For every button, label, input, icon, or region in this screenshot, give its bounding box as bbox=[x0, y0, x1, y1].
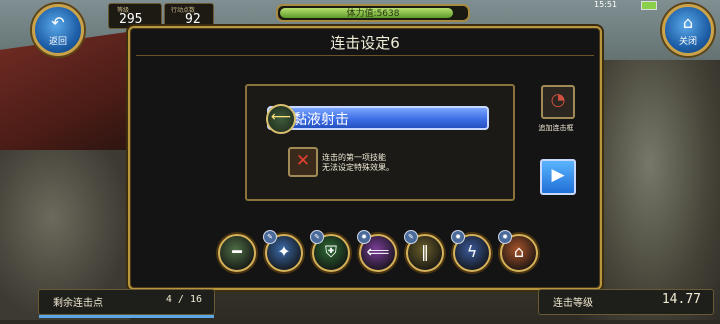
back-button[interactable]: ↶ 返回 bbox=[32, 4, 84, 56]
home-icon: ⌂ bbox=[682, 13, 694, 32]
combo-level-label: 连击等级 bbox=[553, 298, 593, 309]
combo-skill-slot[interactable]: ⌂ ✹ bbox=[498, 230, 538, 272]
note-line-2: 无法设定特殊效果。 bbox=[322, 163, 394, 172]
dome-icon: ⌂ bbox=[513, 242, 525, 261]
combo-skill-slot[interactable]: ϟ ✹ bbox=[451, 230, 491, 272]
remaining-combo-points: 剩余连击点 4 / 16 bbox=[38, 289, 215, 318]
add-combo-slot-button[interactable]: ◔ bbox=[541, 85, 575, 119]
combo-skill-slot[interactable]: ⟸ ✹ bbox=[357, 230, 397, 272]
energy-value: 92 bbox=[185, 12, 201, 27]
combo-skill-slot[interactable]: ‖ ✎ bbox=[404, 230, 444, 272]
dialog-title: 连击设定6 bbox=[330, 34, 400, 52]
special-effect-disabled: ✕ bbox=[288, 147, 318, 177]
stamina-text: 体力值:5638 bbox=[346, 9, 400, 19]
combo-skill-row: ━ ✦ ✎ ⛨ ✎ ⟸ ✹ ‖ ✎ ϟ ✹ ⌂ ✹ bbox=[218, 230, 538, 278]
pillars-icon: ‖ bbox=[421, 242, 429, 261]
clock: 15:51 bbox=[594, 0, 618, 9]
lightning-icon: ϟ bbox=[466, 242, 478, 261]
combo-level-value: 14.77 bbox=[661, 292, 701, 307]
combo-skill-slot[interactable]: ⛨ ✎ bbox=[310, 230, 350, 272]
combo-settings-dialog: 连击设定6 黏液射击 ⟵ ✕ 连击的第一项技能 无法设定特殊效果。 ◔ 追加连击… bbox=[128, 26, 602, 290]
next-button[interactable]: ▶ bbox=[540, 159, 576, 195]
back-button-label: 返回 bbox=[48, 37, 67, 47]
close-button-label: 关闭 bbox=[678, 37, 697, 47]
play-icon: ▶ bbox=[551, 165, 565, 185]
close-button[interactable]: ⌂ 关闭 bbox=[662, 4, 714, 56]
selected-skill-icon[interactable]: ⟵ bbox=[266, 104, 296, 134]
x-icon: ✕ bbox=[295, 151, 311, 171]
exp-line bbox=[39, 315, 214, 318]
skill-note: 连击的第一项技能 无法设定特殊效果。 bbox=[322, 153, 394, 173]
effect-badge-icon: ✎ bbox=[263, 230, 277, 244]
combo-skill-slot[interactable]: ✦ ✎ bbox=[263, 230, 303, 272]
rifle-icon: ━ bbox=[232, 242, 242, 261]
skill-detail-panel bbox=[245, 84, 515, 201]
battery-icon bbox=[641, 1, 657, 10]
bird-strike-icon: ✦ bbox=[277, 242, 291, 261]
points-value: 4 / 16 bbox=[165, 294, 202, 305]
rifle-icon: ⟵ bbox=[270, 109, 292, 125]
effect-badge-icon: ✹ bbox=[498, 230, 512, 244]
points-label: 剩余连击点 bbox=[53, 298, 103, 309]
add-combo-slot-label: 追加连击框 bbox=[538, 124, 574, 132]
note-line-1: 连击的第一项技能 bbox=[322, 153, 386, 162]
selected-skill-bar[interactable]: 黏液射击 bbox=[267, 106, 489, 130]
selected-skill-name: 黏液射击 bbox=[293, 112, 349, 128]
combo-level: 连击等级 14.77 bbox=[538, 289, 714, 315]
title-divider bbox=[136, 55, 594, 56]
level-value: 295 bbox=[119, 12, 143, 27]
back-arrow-icon: ↶ bbox=[51, 13, 65, 32]
arrow-left-icon: ⟸ bbox=[366, 242, 390, 261]
shield-icon: ⛨ bbox=[324, 242, 337, 261]
add-ring-icon: ◔ bbox=[550, 90, 566, 110]
stamina-bar: 体力值:5638 bbox=[276, 4, 470, 22]
effect-badge-icon: ✎ bbox=[404, 230, 418, 244]
effect-badge-icon: ✹ bbox=[357, 230, 371, 244]
effect-badge-icon: ✎ bbox=[310, 230, 324, 244]
combo-skill-slot[interactable]: ━ bbox=[218, 234, 256, 272]
effect-badge-icon: ✹ bbox=[451, 230, 465, 244]
